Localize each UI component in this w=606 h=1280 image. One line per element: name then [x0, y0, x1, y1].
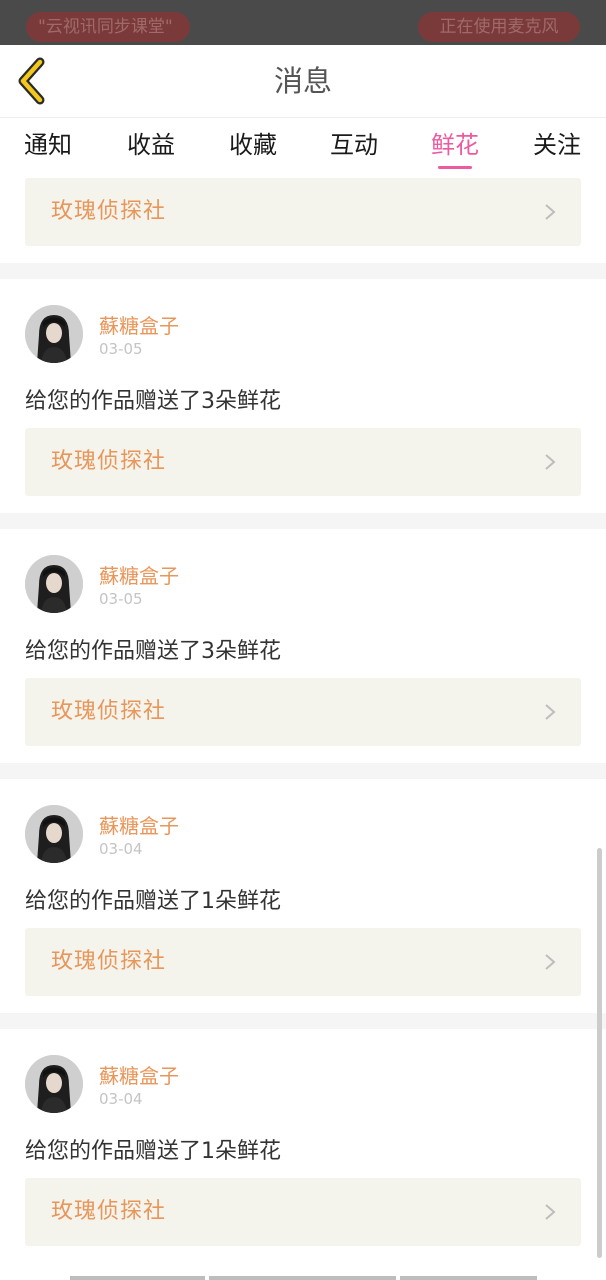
back-button[interactable]: [10, 55, 60, 107]
tab-earnings[interactable]: 收益: [106, 118, 196, 173]
microphone-indicator-pill: 正在使用麦克风: [418, 12, 580, 42]
page-title: 消息: [273, 64, 332, 98]
avatar[interactable]: [25, 1055, 83, 1113]
user-avatar-icon: [25, 555, 83, 613]
section-divider: [0, 263, 606, 279]
tab-bar: 通知 收益 收藏 互动 鲜花 关注: [0, 118, 606, 173]
tab-flowers[interactable]: 鲜花: [410, 118, 500, 173]
chevron-right-icon: [545, 204, 556, 220]
chevron-right-icon: [545, 704, 556, 720]
gift-message: 给您的作品赠送了1朵鲜花: [25, 889, 281, 914]
header: 消息: [0, 45, 606, 118]
work-link-card[interactable]: 玫瑰侦探社: [25, 428, 581, 496]
chevron-right-icon: [545, 954, 556, 970]
section-divider: [0, 1013, 606, 1029]
user-name[interactable]: 蘇糖盒子: [99, 810, 179, 839]
timestamp: 03-05: [99, 340, 143, 358]
active-tab-indicator: [438, 166, 472, 169]
work-link-card[interactable]: 玫瑰侦探社: [25, 928, 581, 996]
bottom-edge: [400, 1276, 537, 1280]
timestamp: 03-04: [99, 840, 143, 858]
user-name[interactable]: 蘇糖盒子: [99, 1060, 179, 1089]
scrollbar[interactable]: [597, 848, 602, 1258]
status-bar: "云视讯同步课堂" 正在使用麦克风: [0, 0, 606, 45]
message-feed: 玫瑰侦探社 蘇糖盒子 03-05 给您的作品赠送了3朵鲜花 玫瑰侦探社 蘇糖盒子…: [0, 173, 606, 1280]
tab-favorites[interactable]: 收藏: [208, 118, 298, 173]
app-indicator-pill: "云视讯同步课堂": [26, 12, 190, 42]
work-title: 玫瑰侦探社: [51, 449, 167, 474]
work-title: 玫瑰侦探社: [51, 1199, 167, 1224]
avatar[interactable]: [25, 305, 83, 363]
chevron-left-icon: [18, 57, 45, 105]
chevron-right-icon: [545, 454, 556, 470]
section-divider: [0, 763, 606, 779]
work-title: 玫瑰侦探社: [51, 699, 167, 724]
tab-flowers-label: 鲜花: [431, 131, 479, 159]
gift-message: 给您的作品赠送了3朵鲜花: [25, 389, 281, 414]
user-avatar-icon: [25, 1055, 83, 1113]
work-link-card[interactable]: 玫瑰侦探社: [25, 178, 581, 246]
bottom-edge: [70, 1276, 205, 1280]
timestamp: 03-04: [99, 1090, 143, 1108]
user-name[interactable]: 蘇糖盒子: [99, 310, 179, 339]
work-title: 玫瑰侦探社: [51, 199, 167, 224]
work-link-card[interactable]: 玫瑰侦探社: [25, 1178, 581, 1246]
chevron-right-icon: [545, 1204, 556, 1220]
avatar[interactable]: [25, 805, 83, 863]
gift-message: 给您的作品赠送了3朵鲜花: [25, 639, 281, 664]
section-divider: [0, 513, 606, 529]
bottom-edge: [209, 1276, 396, 1280]
work-title: 玫瑰侦探社: [51, 949, 167, 974]
tab-following[interactable]: 关注: [512, 118, 602, 173]
tab-notifications[interactable]: 通知: [3, 118, 93, 173]
user-name[interactable]: 蘇糖盒子: [99, 560, 179, 589]
gift-message: 给您的作品赠送了1朵鲜花: [25, 1139, 281, 1164]
work-link-card[interactable]: 玫瑰侦探社: [25, 678, 581, 746]
user-avatar-icon: [25, 805, 83, 863]
avatar[interactable]: [25, 555, 83, 613]
timestamp: 03-05: [99, 590, 143, 608]
user-avatar-icon: [25, 305, 83, 363]
tab-interactions[interactable]: 互动: [309, 118, 399, 173]
